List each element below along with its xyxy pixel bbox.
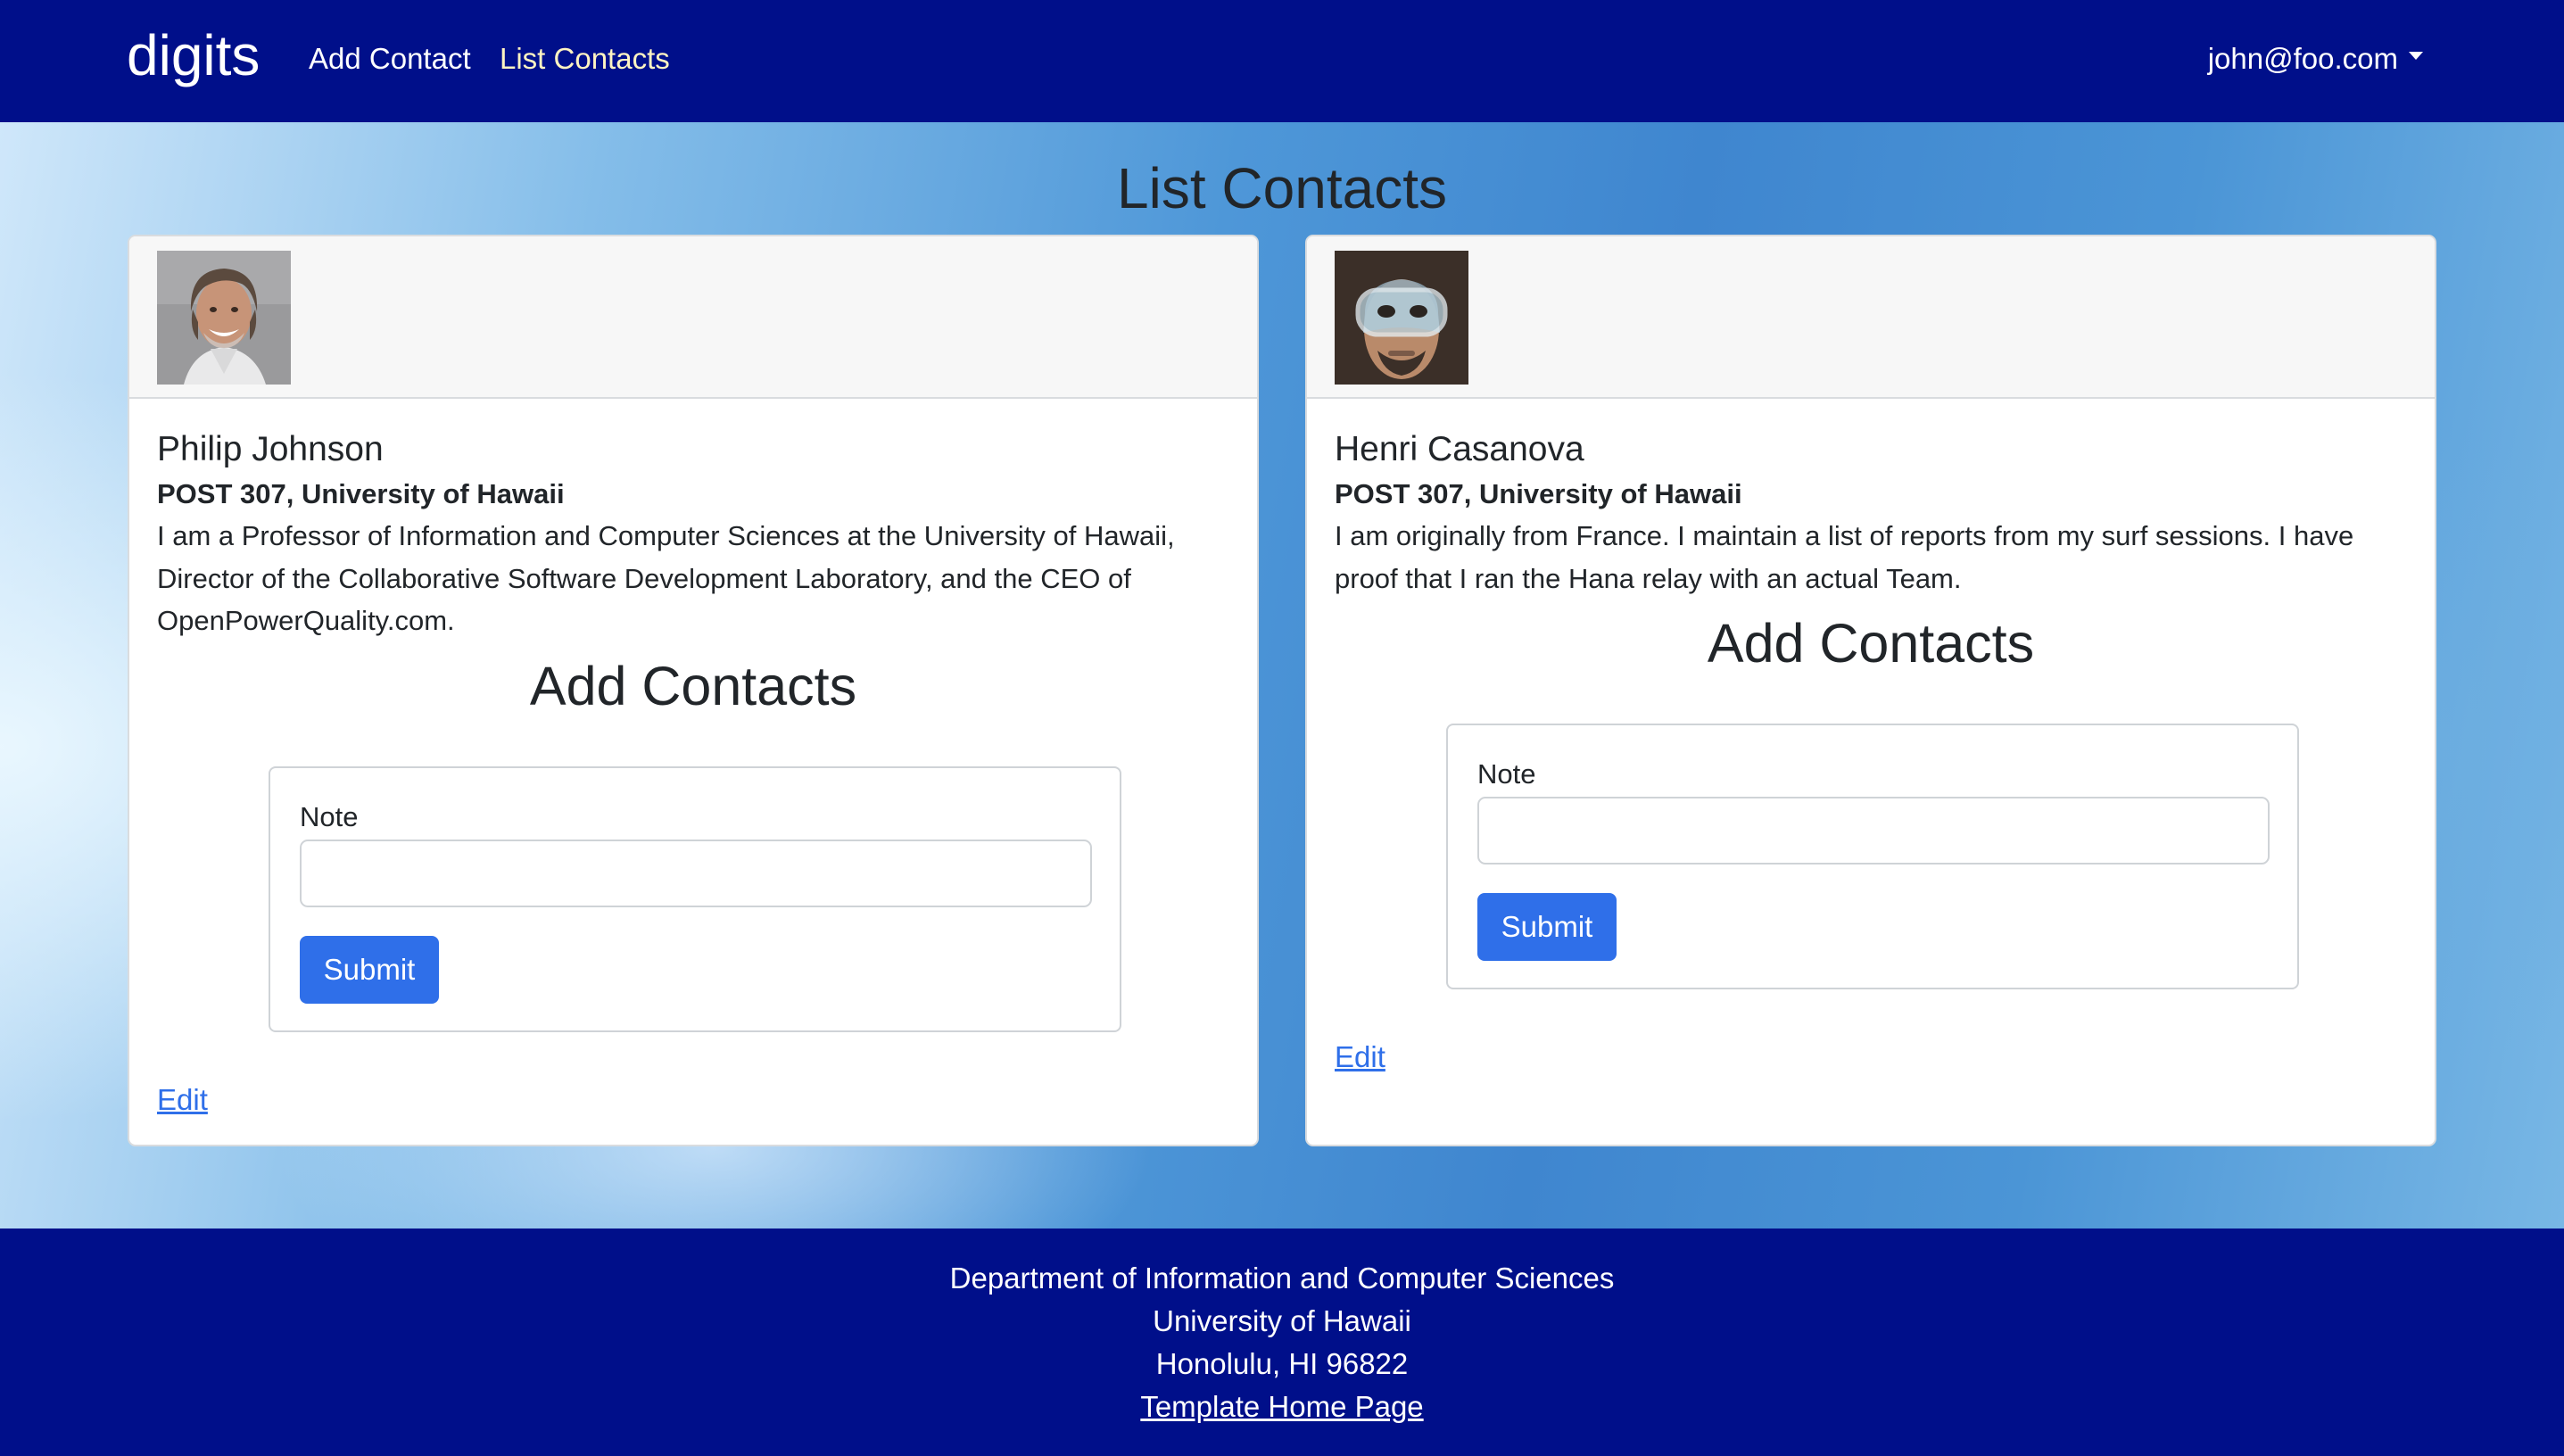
contact-address: POST 307, University of Hawaii [1335,478,1742,509]
submit-button[interactable]: Submit [300,936,439,1004]
card-header [129,236,1257,399]
main-content: List Contacts Philip Johnson POST 307, U… [0,122,2564,1228]
note-form: Note Submit [1446,724,2299,989]
user-email: john@foo.com [2207,42,2398,75]
caret-down-icon [2409,51,2423,60]
footer-address: Honolulu, HI 96822 [1155,1347,1409,1380]
add-contacts-title: Add Contacts [1707,613,2035,674]
footer: Department of Information and Computer S… [0,1228,2564,1456]
note-input[interactable] [1477,797,2270,864]
navbar: digits Add Contact List Contacts john@fo… [0,0,2564,122]
edit-link[interactable]: Edit [1335,1039,1385,1075]
avatar [1335,251,1468,385]
note-input[interactable] [300,840,1092,907]
user-dropdown[interactable]: john@foo.com [2208,41,2423,77]
contact-name: Philip Johnson [157,430,384,468]
contact-card: Henri Casanova POST 307, University of H… [1305,235,2436,1146]
footer-link-row: Template Home Page [0,1389,2564,1425]
contact-description: I am originally from France. I maintain … [1335,520,2354,594]
brand-logo[interactable]: digits [127,21,260,89]
note-label: Note [1477,758,1536,790]
nav-add-contact[interactable]: Add Contact [309,41,471,77]
contact-name: Henri Casanova [1335,430,1584,468]
contact-description: I am a Professor of Information and Comp… [157,520,1175,636]
submit-button[interactable]: Submit [1477,893,1617,961]
avatar [157,251,291,385]
nav-list-contacts[interactable]: List Contacts [500,41,670,77]
footer-university: University of Hawaii [1153,1304,1411,1337]
footer-department: Department of Information and Computer S… [949,1262,1615,1295]
note-label: Note [300,801,359,832]
add-contacts-title: Add Contacts [529,656,857,716]
template-home-link[interactable]: Template Home Page [1140,1390,1423,1423]
card-header [1307,236,2435,399]
edit-link[interactable]: Edit [157,1082,208,1118]
contact-card: Philip Johnson POST 307, University of H… [128,235,1259,1146]
contact-address: POST 307, University of Hawaii [157,478,565,509]
page-title: List Contacts [1117,156,1447,220]
note-form: Note Submit [269,766,1121,1032]
